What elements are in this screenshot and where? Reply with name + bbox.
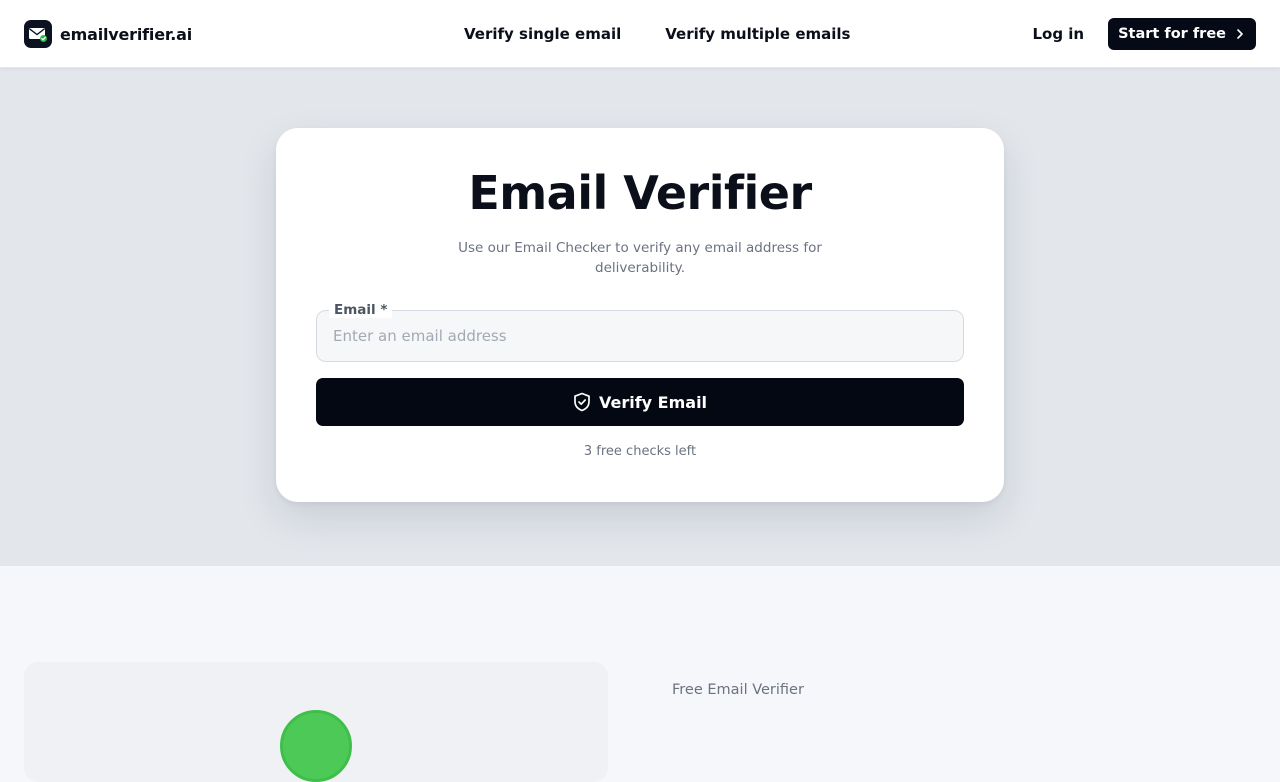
shield-check-icon — [573, 392, 591, 412]
header-actions: Log in Start for free — [1032, 0, 1256, 68]
start-for-free-label: Start for free — [1118, 26, 1226, 42]
email-verifier-card: Email Verifier Use our Email Checker to … — [276, 128, 1004, 502]
free-checks-remaining: 3 free checks left — [583, 444, 697, 459]
page-title: Email Verifier — [468, 166, 812, 220]
verify-email-button[interactable]: Verify Email — [316, 378, 964, 426]
login-link[interactable]: Log in — [1032, 25, 1084, 43]
chevron-right-icon — [1236, 28, 1244, 40]
nav-verify-single-email[interactable]: Verify single email — [464, 25, 621, 43]
hero-section: Email Verifier Use our Email Checker to … — [0, 68, 1280, 566]
top-navigation-bar: emailverifier.ai Verify single email Ver… — [0, 0, 1280, 68]
page-subtitle: Use our Email Checker to verify any emai… — [458, 240, 822, 276]
email-input[interactable] — [333, 311, 949, 361]
envelope-check-icon — [24, 20, 52, 48]
nav-verify-multiple-emails[interactable]: Verify multiple emails — [665, 25, 850, 43]
main-nav: Verify single email Verify multiple emai… — [464, 0, 850, 68]
start-for-free-button[interactable]: Start for free — [1108, 18, 1256, 50]
email-field: Email * — [316, 302, 964, 362]
section-eyebrow: Free Email Verifier — [672, 682, 804, 698]
verify-email-label: Verify Email — [598, 392, 708, 412]
brand-name: emailverifier.ai — [60, 24, 193, 44]
brand-logo-link[interactable]: emailverifier.ai — [24, 19, 192, 49]
feature-preview-image — [24, 662, 608, 782]
features-section: Free Email Verifier — [0, 566, 1280, 782]
success-check-icon — [280, 710, 352, 782]
